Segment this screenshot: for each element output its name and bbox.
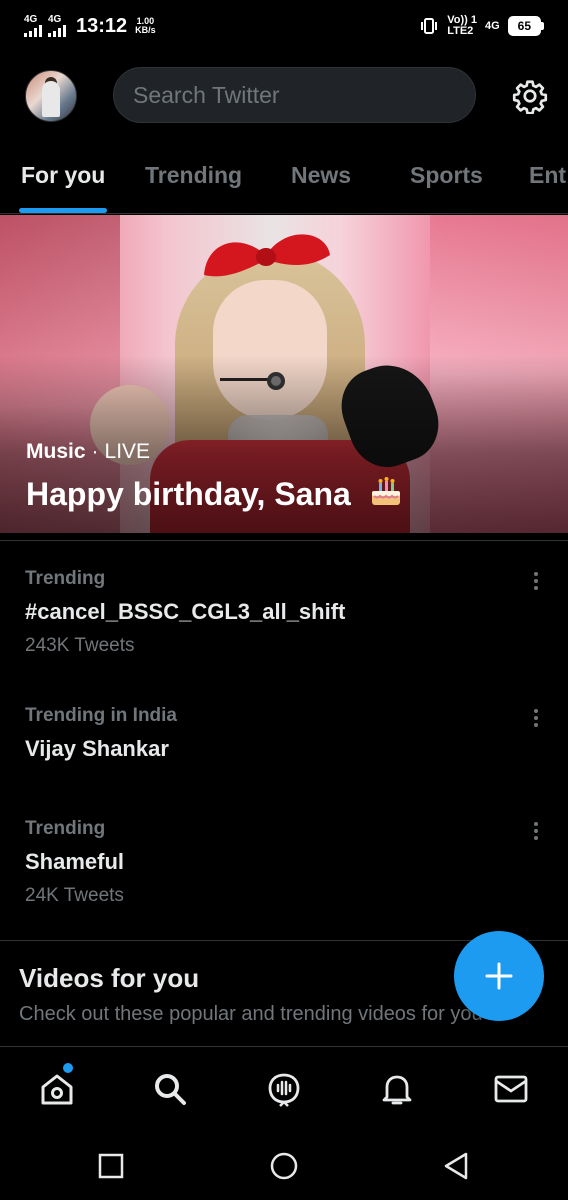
- sim1-network-label: 4G: [24, 14, 38, 25]
- trend-context: Trending: [25, 568, 106, 589]
- tab-entertainment[interactable]: Ent: [529, 162, 566, 189]
- trend-name: Shameful: [25, 849, 125, 874]
- hero-category: Music: [26, 440, 86, 463]
- tab-trending[interactable]: Trending: [145, 162, 242, 189]
- signal-bars-icon: [24, 25, 42, 37]
- bell-icon: [382, 1075, 412, 1105]
- sim1-signal: 4G: [24, 15, 42, 37]
- hero-bow: [204, 234, 330, 277]
- trend-name: Vijay Shankar: [25, 736, 169, 761]
- sim2-network-label: 4G: [48, 14, 62, 25]
- more-options-icon[interactable]: [526, 820, 546, 844]
- spaces-icon: [268, 1073, 300, 1107]
- search-input[interactable]: Search Twitter: [113, 67, 476, 123]
- back-icon[interactable]: [441, 1151, 471, 1181]
- network-speed: 1.00 KB/s: [135, 17, 156, 35]
- hero-title: Happy birthday, Sana: [26, 473, 404, 513]
- tab-for-you[interactable]: For you: [21, 162, 105, 189]
- clock: 13:12: [76, 14, 128, 37]
- more-options-icon[interactable]: [526, 707, 546, 731]
- home-button-icon[interactable]: [269, 1151, 299, 1181]
- videos-section-title: Videos for you: [19, 963, 200, 993]
- hero-meta: Music · LIVE: [26, 440, 150, 464]
- lte-label: LTE2: [447, 25, 474, 37]
- divider: [0, 540, 568, 541]
- search-placeholder: Search Twitter: [133, 81, 280, 108]
- gear-icon[interactable]: [512, 78, 548, 114]
- system-navigation-bar: [0, 1130, 568, 1200]
- hero-title-text: Happy birthday, Sana: [26, 476, 351, 512]
- explore-tabs: For you Trending News Sports Ent: [0, 150, 568, 214]
- nav-home[interactable]: [37, 1063, 77, 1109]
- nav-search[interactable]: [150, 1069, 190, 1109]
- featured-event-card[interactable]: Music · LIVE Happy birthday, Sana: [0, 215, 568, 533]
- trend-context: Trending: [25, 818, 106, 839]
- trend-name: #cancel_BSSC_CGL3_all_shift: [25, 599, 346, 624]
- hero-separator: ·: [91, 440, 99, 463]
- bottom-navigation: [0, 1046, 568, 1130]
- trend-count: 24K Tweets: [25, 885, 124, 906]
- profile-avatar[interactable]: [25, 70, 77, 122]
- speed-unit: KB/s: [135, 25, 156, 35]
- tab-news[interactable]: News: [291, 162, 351, 189]
- mail-icon: [494, 1075, 528, 1103]
- signal-bars-icon: [48, 25, 66, 37]
- notification-dot: [63, 1063, 73, 1073]
- search-icon: [155, 1074, 186, 1105]
- plus-icon: [485, 962, 513, 990]
- tab-sports[interactable]: Sports: [410, 162, 483, 189]
- network-type-label: 4G: [484, 20, 500, 32]
- status-bar: 4G 4G 13:12 1.00 KB/s Vo)) 1 LTE2 4G 65: [0, 0, 568, 52]
- birthday-cake-icon: [371, 477, 400, 505]
- more-options-icon[interactable]: [526, 570, 546, 594]
- compose-tweet-button[interactable]: [454, 931, 544, 1021]
- sim2-signal: 4G: [48, 15, 66, 37]
- videos-section-subtitle: Check out these popular and trending vid…: [19, 1003, 483, 1025]
- battery-level: 65: [507, 16, 541, 36]
- nav-spaces[interactable]: [264, 1069, 304, 1109]
- nav-notifications[interactable]: [377, 1069, 417, 1109]
- trend-context: Trending in India: [25, 705, 177, 726]
- trend-count: 243K Tweets: [25, 635, 135, 656]
- recents-icon[interactable]: [96, 1151, 126, 1181]
- live-label: LIVE: [104, 440, 151, 463]
- top-header: Search Twitter: [0, 66, 568, 126]
- battery-icon: 65: [507, 16, 544, 36]
- nav-messages[interactable]: [491, 1069, 531, 1109]
- active-tab-indicator: [19, 208, 107, 213]
- home-icon: [41, 1074, 73, 1105]
- vibrate-icon: [421, 18, 438, 34]
